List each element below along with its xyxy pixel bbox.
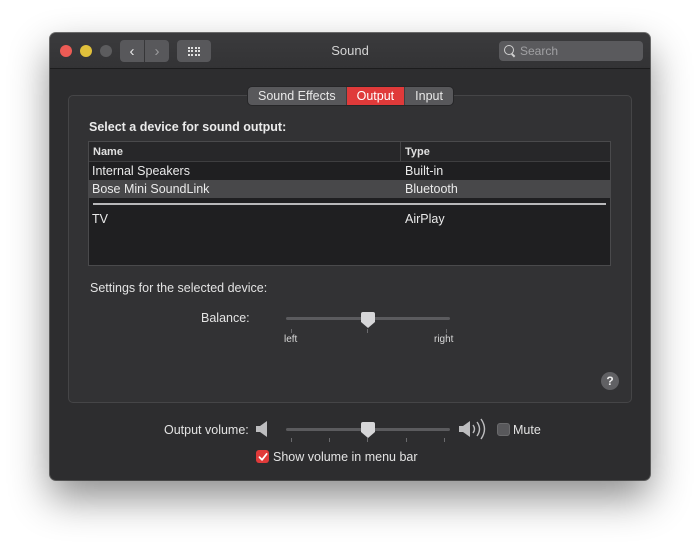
volume-tick	[329, 438, 330, 442]
tab-sound-effects[interactable]: Sound Effects	[248, 87, 346, 105]
output-volume-label: Output volume:	[164, 423, 249, 437]
volume-tick	[406, 438, 407, 442]
balance-tick-right	[446, 329, 447, 333]
balance-slider-thumb[interactable]	[361, 312, 375, 328]
column-header-type[interactable]: Type	[401, 142, 430, 161]
search-input[interactable]	[520, 44, 630, 58]
question-mark-icon: ?	[606, 374, 614, 388]
volume-tick	[291, 438, 292, 442]
tab-bar: Sound Effects Output Input	[248, 87, 453, 105]
mute-label[interactable]: Mute	[513, 423, 541, 437]
device-name: TV	[92, 212, 108, 226]
balance-left-label: left	[284, 334, 298, 345]
device-name: Internal Speakers	[92, 164, 190, 178]
volume-tick	[444, 438, 445, 442]
tab-output[interactable]: Output	[345, 87, 405, 105]
device-name: Bose Mini SoundLink	[92, 182, 210, 196]
speaker-low-icon	[256, 421, 270, 442]
balance-tick-center	[367, 329, 368, 333]
column-header-name[interactable]: Name	[89, 142, 401, 161]
table-row[interactable]: TV AirPlay	[89, 210, 610, 228]
output-device-table[interactable]: Name Type Internal Speakers Built-in Bos…	[88, 141, 611, 266]
show-volume-in-menu-bar-checkbox[interactable]	[256, 450, 269, 463]
title-bar: ‹ › Sound	[50, 33, 650, 69]
show-volume-in-menu-bar-label[interactable]: Show volume in menu bar	[273, 450, 418, 464]
device-type: AirPlay	[405, 212, 445, 226]
table-row-selected[interactable]: Bose Mini SoundLink Bluetooth	[89, 180, 610, 198]
speaker-high-icon	[459, 418, 489, 445]
volume-slider-thumb[interactable]	[361, 422, 375, 438]
balance-tick-left	[291, 329, 292, 333]
sound-preferences-window: ‹ › Sound Sound Effects Output Input Sel…	[50, 33, 650, 480]
balance-label: Balance:	[201, 311, 250, 325]
device-settings-heading: Settings for the selected device:	[90, 281, 268, 295]
device-type: Bluetooth	[405, 182, 458, 196]
checkmark-icon	[258, 452, 267, 461]
balance-right-label: right	[434, 334, 454, 345]
device-list-heading: Select a device for sound output:	[89, 120, 287, 134]
table-header: Name Type	[89, 142, 610, 162]
table-row[interactable]: Internal Speakers Built-in	[89, 162, 610, 180]
row-separator	[89, 198, 610, 210]
device-type: Built-in	[405, 164, 444, 178]
mute-checkbox[interactable]	[497, 423, 510, 436]
tab-input[interactable]: Input	[404, 87, 453, 105]
help-button[interactable]: ?	[601, 372, 619, 390]
search-field[interactable]	[499, 41, 643, 61]
volume-tick	[367, 438, 368, 442]
search-icon	[504, 45, 516, 57]
